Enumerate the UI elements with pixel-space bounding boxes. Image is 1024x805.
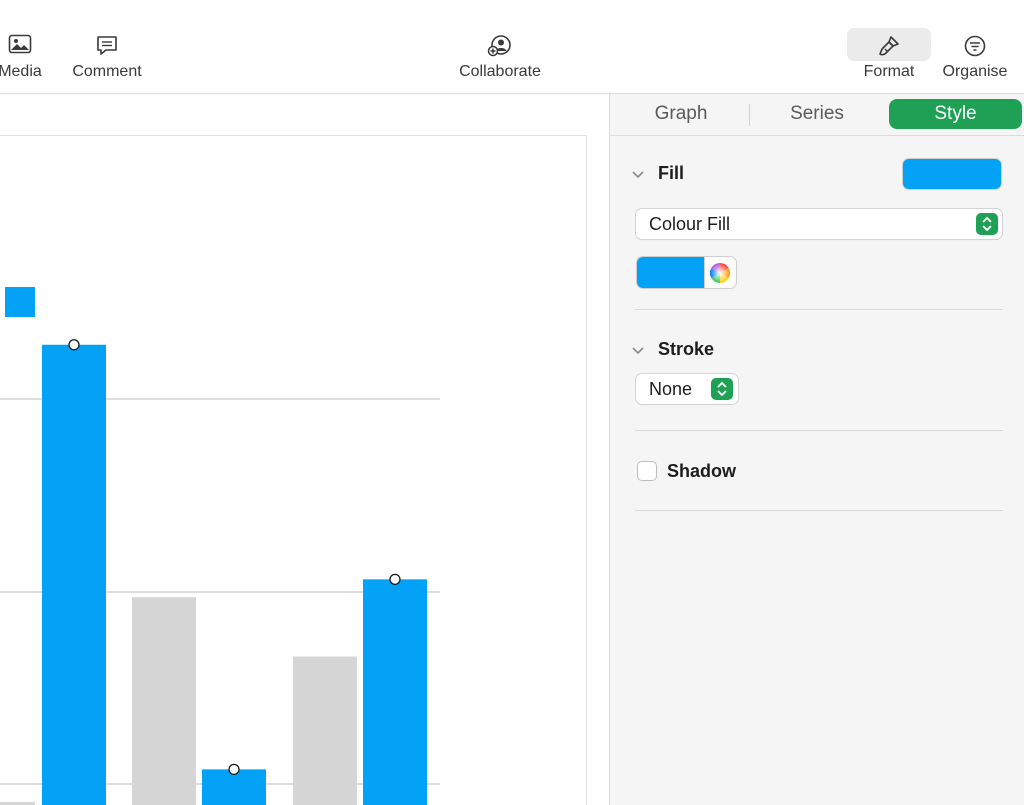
fill-disclosure-chevron-icon[interactable] [631,170,645,180]
comment-icon [97,36,117,55]
section-divider [635,309,1003,310]
selection-handle[interactable] [68,339,80,351]
comment-button[interactable]: Comment [62,28,152,88]
bar-blue-selected[interactable] [363,579,427,805]
selection-handle[interactable] [228,763,240,776]
media-icon [8,34,32,54]
tab-style[interactable]: Style [889,99,1022,129]
media-button[interactable]: Media [0,28,50,88]
fill-section-title: Fill [658,163,684,183]
stroke-section-title: Stroke [658,339,715,359]
bar-grey[interactable] [293,656,357,805]
comment-label: Comment [72,63,142,80]
inspector-tabs: Graph Series Style [610,94,1024,136]
section-divider [635,510,1003,511]
format-inspector: Graph Series Style Fill Colour Fill Stro… [609,94,1024,805]
legend-swatch [5,287,35,317]
selection-handle[interactable] [389,573,401,585]
toolbar: Media Comment Collaborate Format Organis… [0,0,1024,94]
collaborate-icon [487,35,511,57]
media-label: Media [0,63,42,80]
fill-color-well[interactable] [637,257,736,288]
collaborate-label: Collaborate [459,63,541,80]
tab-divider [749,104,750,126]
canvas-top-band [0,94,586,136]
format-button[interactable]: Format [846,28,932,88]
fill-type-value: Colour Fill [649,214,731,234]
stroke-type-value: None [649,379,693,399]
bar-chart[interactable] [0,136,586,805]
fill-type-stepper-icon [976,213,998,235]
bar-grey[interactable] [132,597,196,805]
format-paintbrush-icon [879,36,899,56]
shadow-label: Shadow [667,461,737,481]
stroke-type-stepper-icon [711,378,733,400]
stroke-type-popup[interactable]: None [636,374,738,404]
fill-color-button[interactable] [903,159,1001,189]
fill-color-swatch[interactable] [637,257,704,288]
canvas-scroll-gutter [586,135,609,805]
organise-button[interactable]: Organise [934,28,1016,88]
section-divider [635,430,1003,431]
organise-icon [964,35,986,57]
organise-label: Organise [942,63,1008,80]
shadow-checkbox[interactable] [638,462,656,480]
format-label: Format [863,63,915,80]
color-wheel-icon[interactable] [709,262,731,284]
collaborate-button[interactable]: Collaborate [447,28,553,88]
bar-blue-selected[interactable] [42,344,106,805]
tab-series[interactable]: Series [756,99,878,129]
tab-graph[interactable]: Graph [620,99,742,129]
fill-type-popup[interactable]: Colour Fill [636,209,1002,239]
stroke-disclosure-chevron-icon[interactable] [631,346,645,356]
